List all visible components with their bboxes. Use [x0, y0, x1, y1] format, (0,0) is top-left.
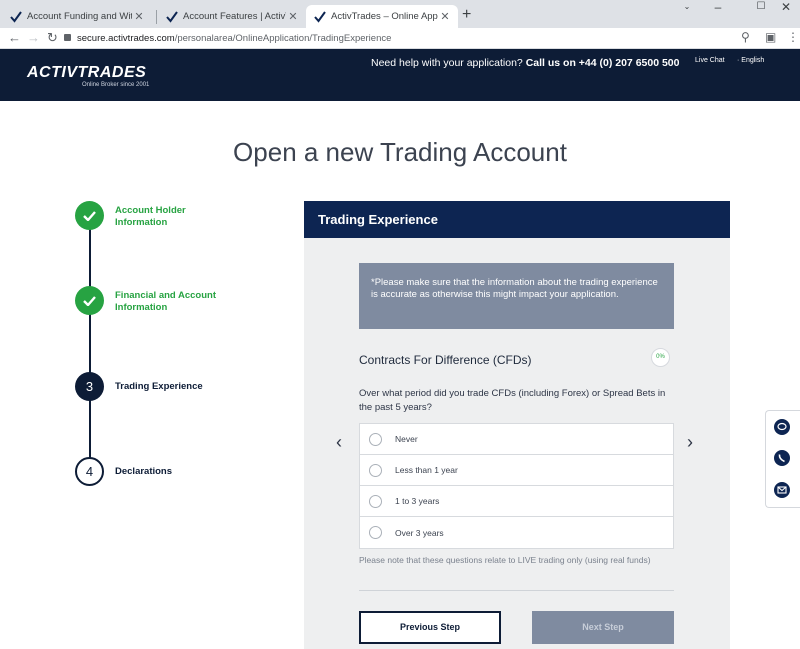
- chevron-left-icon[interactable]: ‹: [336, 432, 342, 453]
- contact-sidebar: [765, 410, 800, 508]
- site-header: ACTIVTRADES Online Broker since 2001 Nee…: [0, 49, 800, 101]
- step-4-label: Declarations: [115, 466, 173, 477]
- divider: [359, 590, 674, 591]
- section-title: Contracts For Difference (CFDs): [359, 353, 532, 367]
- progress-badge: 0%: [651, 348, 670, 367]
- live-trading-note: Please note that these questions relate …: [359, 555, 651, 565]
- menu-kebab-icon[interactable]: ⋮: [787, 30, 799, 44]
- tab-title: Account Funding and Withdrawal: [27, 11, 132, 22]
- browser-tab-1[interactable]: Account Funding and Withdrawal ✕: [2, 5, 152, 28]
- phone-icon[interactable]: [774, 450, 790, 466]
- step-4-number: 4: [75, 457, 104, 486]
- activtrades-favicon-icon: [166, 10, 178, 23]
- step-1-label-line2: Information: [115, 217, 168, 228]
- close-tab-icon[interactable]: ✕: [286, 10, 300, 23]
- step-2-label-line2: Information: [115, 302, 168, 313]
- profile-icon[interactable]: ▣: [765, 30, 776, 44]
- forward-arrow-icon[interactable]: →: [27, 30, 40, 45]
- new-tab-button[interactable]: +: [462, 6, 471, 24]
- radio-button[interactable]: [369, 463, 382, 477]
- reload-icon[interactable]: ↻: [47, 30, 58, 46]
- step-3-number: 3: [75, 372, 104, 401]
- option-label: Less than 1 year: [395, 465, 458, 475]
- next-step-button[interactable]: Next Step: [532, 611, 674, 644]
- option-label: Never: [395, 434, 418, 444]
- panel-header: Trading Experience: [304, 201, 730, 238]
- help-phone[interactable]: Call us on +44 (0) 207 6500 500: [526, 57, 680, 69]
- close-window-button[interactable]: ✕: [771, 0, 800, 28]
- url-host: secure.activtrades.com: [77, 33, 175, 44]
- previous-step-button[interactable]: Previous Step: [359, 611, 501, 644]
- question-text: Over what period did you trade CFDs (inc…: [359, 388, 666, 413]
- mail-icon[interactable]: [774, 482, 790, 498]
- zoom-search-icon[interactable]: ⚲: [741, 30, 750, 44]
- logo-tagline: Online Broker since 2001: [82, 82, 150, 88]
- step-1-check-icon: [75, 201, 104, 230]
- radio-button[interactable]: [369, 432, 382, 446]
- minimize-button[interactable]: –: [703, 0, 733, 28]
- option-label: Over 3 years: [395, 527, 444, 538]
- language-selector[interactable]: · English: [737, 57, 764, 64]
- activtrades-favicon-icon: [314, 10, 326, 23]
- step-2-label-line1: Financial and Account: [115, 290, 216, 301]
- activtrades-favicon-icon: [10, 10, 22, 23]
- back-arrow-icon[interactable]: ←: [8, 30, 21, 45]
- tab-title: Account Features | ActivTrades: [183, 11, 286, 22]
- browser-tab-3-active[interactable]: ActivTrades – Online Application ✕: [306, 5, 458, 28]
- panel-title: Trading Experience: [318, 212, 438, 227]
- page-title: Open a new Trading Account: [233, 137, 567, 167]
- close-tab-icon[interactable]: ✕: [438, 10, 452, 23]
- tab-search-icon[interactable]: ⌄: [672, 0, 702, 28]
- url-field[interactable]: secure.activtrades.com/personalarea/Onli…: [64, 30, 391, 47]
- radio-button[interactable]: [369, 494, 382, 508]
- option-label: 1 to 3 years: [395, 496, 440, 506]
- step-2-label[interactable]: Financial and Account Information: [115, 290, 216, 314]
- address-bar-row: ← → ↻ secure.activtrades.com/personalare…: [0, 28, 800, 49]
- answer-options: Never Less than 1 year 1 to 3 years Over…: [359, 423, 674, 549]
- stepper-line: [89, 215, 91, 471]
- close-tab-icon[interactable]: ✕: [132, 10, 146, 23]
- lock-icon: [64, 34, 71, 41]
- live-chat-link[interactable]: Live Chat: [695, 57, 725, 64]
- activtrades-logo[interactable]: ACTIVTRADES: [27, 64, 146, 82]
- option-never[interactable]: Never: [360, 424, 673, 455]
- radio-button[interactable]: [369, 526, 382, 539]
- browser-tab-bar: Account Funding and Withdrawal ✕ Account…: [0, 0, 800, 28]
- tab-title: ActivTrades – Online Application: [331, 11, 438, 22]
- browser-tab-2[interactable]: Account Features | ActivTrades ✕: [158, 5, 306, 28]
- chevron-right-icon[interactable]: ›: [687, 432, 693, 453]
- step-1-label-line1: Account Holder: [115, 205, 186, 216]
- help-text: Need help with your application?: [371, 57, 523, 69]
- step-3-label: Trading Experience: [115, 381, 203, 392]
- step-2-check-icon: [75, 286, 104, 315]
- accuracy-notice: *Please make sure that the information a…: [359, 263, 674, 329]
- tab-separator: [156, 10, 157, 24]
- option-less-than-1-year[interactable]: Less than 1 year: [360, 455, 673, 486]
- step-1-label[interactable]: Account Holder Information: [115, 205, 186, 229]
- chat-icon[interactable]: [774, 419, 790, 435]
- url-path: /personalarea/OnlineApplication/TradingE…: [174, 33, 392, 44]
- option-1-to-3-years[interactable]: 1 to 3 years: [360, 486, 673, 517]
- option-over-3-years[interactable]: Over 3 years: [360, 517, 673, 548]
- trading-experience-panel: Trading Experience *Please make sure tha…: [304, 201, 730, 649]
- help-line: Need help with your application? Call us…: [371, 57, 680, 69]
- language-label: English: [741, 57, 765, 64]
